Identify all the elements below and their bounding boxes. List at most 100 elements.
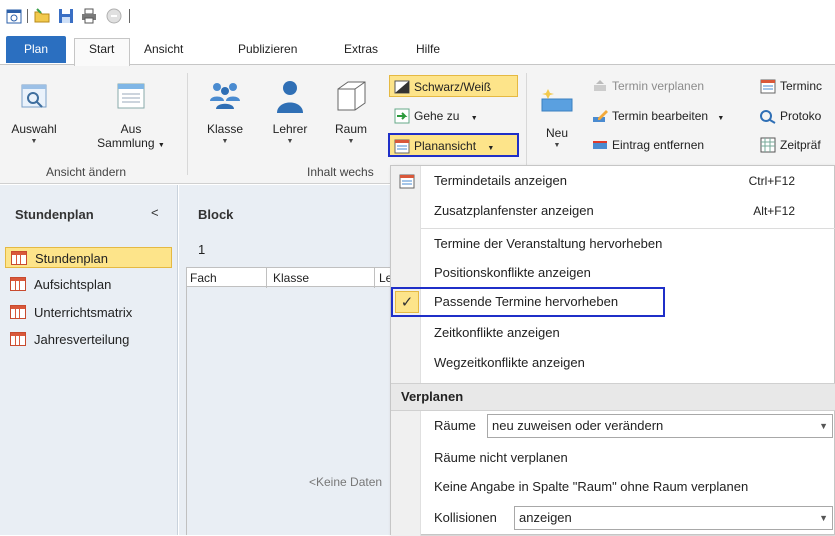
nav-item-jahresverteilung[interactable]: Jahresverteilung xyxy=(5,329,172,350)
tab-publizieren[interactable]: Publizieren xyxy=(238,39,297,65)
menu-item-label: Zusatzplanfenster anzeigen xyxy=(434,203,594,218)
nav-item-label: Aufsichtsplan xyxy=(34,277,112,292)
data-grid[interactable]: Fach Klasse Le xyxy=(186,267,407,535)
new-appointment-icon xyxy=(541,89,573,112)
kollisionen-value: anzeigen xyxy=(519,510,572,525)
raeume-select[interactable]: neu zuweisen oder verändern ▼ xyxy=(487,414,833,438)
nav-item-unterrichtsmatrix[interactable]: Unterrichtsmatrix xyxy=(5,302,172,323)
menu-item-wegzeitkonflikte[interactable]: Wegzeitkonflikte anzeigen xyxy=(421,349,835,377)
zeitpraeferenz-button[interactable]: Zeitpräf xyxy=(756,134,835,156)
tab-start[interactable]: Start xyxy=(89,39,114,65)
chevron-down-icon: ▼ xyxy=(553,142,561,149)
auswahl-button[interactable]: Auswahl ▼ xyxy=(10,79,58,148)
class-group-icon xyxy=(210,83,240,109)
chevron-down-icon: ▼ xyxy=(221,138,229,145)
menu-item-termine-hervorheben[interactable]: Termine der Veranstaltung hervorheben xyxy=(421,230,835,258)
menu-icon-gutter xyxy=(391,411,421,536)
goto-icon xyxy=(394,108,410,124)
group-separator xyxy=(187,73,188,175)
section-header-verplanen: Verplanen xyxy=(391,383,835,411)
chevron-down-icon: ▼ xyxy=(347,138,355,145)
raum-label: Raum xyxy=(334,122,367,136)
menu-item-termindetails[interactable]: Termindetails anzeigen Ctrl+F12 xyxy=(421,167,835,195)
menu-item-label: Wegzeitkonflikte anzeigen xyxy=(434,355,585,370)
menu-item-positionskonflikte[interactable]: Positionskonflikte anzeigen xyxy=(421,259,835,287)
klasse-label: Klasse xyxy=(206,122,244,136)
nav-item-aufsichtsplan[interactable]: Aufsichtsplan xyxy=(5,274,172,295)
auswahl-label: Auswahl xyxy=(11,122,57,136)
eintrag-entfernen-button[interactable]: Eintrag entfernen xyxy=(588,134,738,156)
teacher-icon xyxy=(277,81,303,113)
termin-verplanen-button[interactable]: Termin verplanen xyxy=(588,75,738,97)
tab-plan[interactable]: Plan xyxy=(6,36,66,63)
ribbon-tabs: Plan Start Ansicht Publizieren Extras Hi… xyxy=(0,32,835,66)
menu-item-zeitkonflikte[interactable]: Zeitkonflikte anzeigen xyxy=(421,319,835,347)
gehe-zu-label: Gehe zu xyxy=(414,109,460,123)
planansicht-dropdown-menu: Termindetails anzeigen Ctrl+F12 Zusatzpl… xyxy=(390,165,835,536)
klasse-button[interactable]: Klasse ▼ xyxy=(203,79,247,148)
navigation-title: Stundenplan xyxy=(15,207,94,222)
terminc-button[interactable]: Terminc xyxy=(756,75,835,97)
chevron-down-icon: ▼ xyxy=(470,115,478,122)
nav-item-label: Jahresverteilung xyxy=(34,332,130,347)
timetable-icon xyxy=(10,277,26,291)
timetable-icon xyxy=(10,332,26,346)
collection-icon xyxy=(117,83,145,109)
menu-item-passende-termine[interactable]: Passende Termine hervorheben xyxy=(421,288,835,316)
shortcut-ctrl-f12: Ctrl+F12 xyxy=(748,174,795,188)
column-separator xyxy=(374,268,375,288)
menu-item-label: Räume nicht verplanen xyxy=(434,450,568,465)
no-data-message: <Keine Daten xyxy=(309,475,383,489)
room-cube-icon xyxy=(337,81,366,111)
raum-button[interactable]: Raum ▼ xyxy=(328,79,374,148)
zeitpraef-label: Zeitpräf xyxy=(780,138,821,152)
kollisionen-label: Kollisionen xyxy=(434,510,497,525)
timetable-icon xyxy=(11,251,27,265)
menu-item-label: Passende Termine hervorheben xyxy=(434,294,619,309)
planansicht-button[interactable]: Planansicht ▼ xyxy=(388,133,519,157)
timetable-icon xyxy=(10,305,26,319)
menu-item-zusatzplanfenster[interactable]: Zusatzplanfenster anzeigen Alt+F12 xyxy=(421,197,835,225)
menu-item-keine-angabe-raum[interactable]: Keine Angabe in Spalte "Raum" ohne Raum … xyxy=(421,473,835,501)
kollisionen-select[interactable]: anzeigen ▼ xyxy=(514,506,833,530)
menu-item-label: Termine der Veranstaltung hervorheben xyxy=(434,236,663,251)
termin-verplanen-label: Termin verplanen xyxy=(612,79,705,93)
open-folder-icon[interactable] xyxy=(34,8,50,24)
save-icon[interactable] xyxy=(58,8,74,24)
menu-separator xyxy=(421,228,835,229)
gehe-zu-button[interactable]: Gehe zu ▼ xyxy=(390,105,510,127)
chevron-down-icon: ▼ xyxy=(487,145,495,152)
collapse-pane-button[interactable]: < xyxy=(151,205,159,220)
protocol-icon xyxy=(760,110,776,124)
nav-item-label: Stundenplan xyxy=(35,251,109,266)
termin-bearbeiten-label: Termin bearbeiten xyxy=(612,109,709,123)
tab-extras[interactable]: Extras xyxy=(344,39,378,65)
chevron-down-icon: ▼ xyxy=(819,421,828,431)
chevron-down-icon: ▼ xyxy=(30,138,38,145)
group-separator xyxy=(526,73,527,175)
menu-icon-gutter xyxy=(391,166,421,383)
undo-icon[interactable] xyxy=(106,8,122,24)
grid-header: Fach Klasse Le xyxy=(187,267,407,288)
time-preference-icon xyxy=(760,137,776,153)
aus-sammlung-button[interactable]: Aus Sammlung ▼ xyxy=(92,79,170,153)
column-header-klasse[interactable]: Klasse xyxy=(273,271,309,285)
tab-hilfe[interactable]: Hilfe xyxy=(416,39,440,65)
chevron-down-icon: ▼ xyxy=(286,138,294,145)
neu-button[interactable]: Neu ▼ xyxy=(536,85,578,152)
planansicht-label: Planansicht xyxy=(414,139,477,153)
column-separator xyxy=(266,268,267,288)
print-icon[interactable] xyxy=(81,8,97,24)
nav-item-stundenplan[interactable]: Stundenplan xyxy=(5,247,172,268)
protoko-label: Protoko xyxy=(780,109,822,123)
shortcut-alt-f12: Alt+F12 xyxy=(753,204,795,218)
termin-bearbeiten-button[interactable]: Termin bearbeiten ▼ xyxy=(588,105,744,127)
raeume-value: neu zuweisen oder verändern xyxy=(492,418,664,433)
schwarz-weiss-button[interactable]: Schwarz/Weiß xyxy=(389,75,518,97)
tab-ansicht[interactable]: Ansicht xyxy=(144,39,183,65)
protokoll-button[interactable]: Protoko xyxy=(756,105,835,127)
calendar-icon[interactable] xyxy=(6,8,22,24)
menu-item-raeume-nicht-verplanen[interactable]: Räume nicht verplanen xyxy=(421,444,835,472)
column-header-fach[interactable]: Fach xyxy=(190,271,217,285)
lehrer-button[interactable]: Lehrer ▼ xyxy=(266,79,314,148)
